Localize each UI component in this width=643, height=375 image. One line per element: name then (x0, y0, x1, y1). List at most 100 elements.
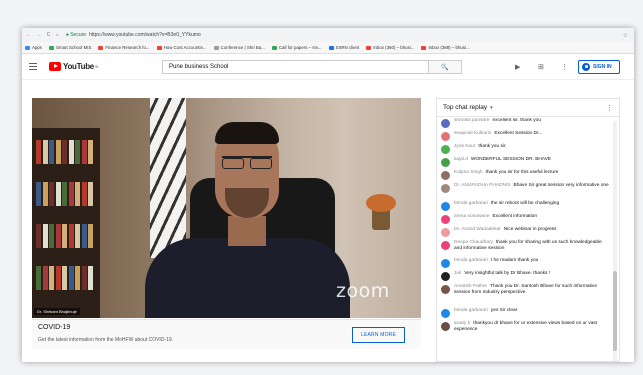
book (49, 182, 54, 206)
avatar[interactable] (441, 227, 450, 237)
bookmark-label: How Cost Accountin... (163, 45, 207, 50)
avatar[interactable] (441, 118, 450, 128)
chat-message: shrutika pansare excellent sir. thank you (437, 118, 613, 131)
book (36, 182, 41, 206)
nav-buttons[interactable]: ← → C ⌂ (26, 32, 61, 38)
chat-author[interactable]: kajal.d (454, 157, 468, 162)
bookmark-item[interactable]: Smart School MIS (49, 45, 91, 50)
chat-text: the sir reboot will be challenging (490, 201, 560, 206)
menu-icon[interactable] (29, 63, 37, 70)
avatar[interactable] (441, 258, 450, 268)
avatar[interactable] (441, 308, 450, 318)
covid-title: COVID-19 (38, 324, 71, 331)
book (36, 266, 41, 290)
bookmark-icon (421, 45, 427, 50)
logo-region: IN (94, 64, 99, 69)
book (68, 182, 74, 206)
chat-author[interactable]: brinda garbarari (454, 258, 488, 263)
avatar[interactable] (441, 214, 450, 224)
bookmark-item[interactable]: Inbox (360) – bhusi... (366, 45, 414, 50)
chat-author[interactable]: brinda garbarari (454, 201, 488, 206)
chat-author[interactable]: Kalpna Singh (454, 170, 483, 175)
chat-message-body: Dr. Anand Wadadekar Nice webinar in progr… (454, 227, 557, 233)
chat-author[interactable]: swapnali Kulkarni (454, 131, 491, 136)
bookmark-icon (366, 45, 372, 50)
chat-message: Amarish Pathre Thank you Dr. Santosh Bhav… (437, 284, 613, 308)
participant-name-label: Dr. Shrikant Bhajbhuje (34, 308, 80, 315)
chevron-down-icon[interactable]: ▾ (490, 105, 493, 111)
book (75, 140, 80, 164)
search-input[interactable]: Pune business School (162, 60, 429, 74)
chat-author[interactable]: Deepa Chaudhary (454, 240, 493, 245)
url-text[interactable]: https://www.youtube.com/watch?v=B3e0_YYk… (89, 32, 201, 38)
browser-window: ← → C ⌂ ● Secure https://www.youtube.com… (22, 28, 634, 362)
avatar[interactable] (441, 321, 450, 331)
learn-more-button[interactable]: LEARN MORE (352, 327, 405, 343)
chat-author[interactable]: shrutika pansare (454, 118, 489, 123)
book (55, 140, 61, 164)
chat-more-icon[interactable]: ⋮ (606, 104, 613, 112)
avatar[interactable] (441, 170, 450, 180)
bookmark-label: Inbox (388) – bhusi... (428, 45, 470, 50)
chat-message-body: Juli Very insightful talk by Dr Bhave. th… (454, 271, 550, 277)
avatar[interactable] (441, 183, 450, 193)
bookmark-item[interactable]: How Cost Accountin... (156, 45, 207, 50)
avatar[interactable] (441, 284, 450, 294)
presenter-hair (215, 122, 279, 144)
bookmark-item[interactable]: SSRN client (328, 45, 359, 50)
chat-author[interactable]: Dr. ANURADHA PHADNIS (454, 183, 511, 188)
chat-author[interactable]: Dr. Anand Wadadekar (454, 227, 501, 232)
bookmark-icon (49, 45, 55, 50)
chat-author[interactable]: brinda garbarari (454, 308, 488, 313)
bookmark-item[interactable]: Finance Research fo... (98, 45, 150, 50)
sign-in-button[interactable]: SIGN IN (578, 60, 620, 74)
chat-author[interactable]: arena sonawane (454, 214, 489, 219)
chat-text: WONDERFUL SESSION DR. BHAVE (470, 157, 552, 162)
bookmark-item[interactable]: Inbox (388) – bhusi... (421, 45, 470, 50)
chat-author[interactable]: Amarish Pathre (454, 284, 487, 289)
avatar[interactable] (441, 157, 450, 167)
account-icon (582, 63, 590, 71)
bookmark-icon (98, 45, 104, 50)
avatar[interactable] (441, 271, 450, 281)
book (42, 266, 48, 290)
chat-message: Kalpna Singh thank you sir for this usefu… (437, 170, 613, 183)
chat-author[interactable]: Juli (454, 271, 461, 276)
book (55, 224, 61, 248)
book (36, 140, 41, 164)
chat-text: Excellent information (492, 214, 538, 219)
star-icon[interactable]: ☆ (623, 32, 628, 39)
chat-text: excellent sir. thank you (492, 118, 541, 123)
book (88, 140, 93, 164)
search-button[interactable]: 🔍 (429, 60, 462, 74)
chat-message: kajal.d WONDERFUL SESSION DR. BHAVE (437, 157, 613, 170)
chat-text: Very insightful talk by Dr Bhave. thanks… (464, 271, 551, 276)
avatar[interactable] (441, 131, 450, 141)
book (68, 140, 74, 164)
book (42, 182, 48, 206)
chat-author[interactable]: swaty b (454, 321, 470, 326)
more-icon[interactable]: ⋮ (561, 63, 568, 71)
create-video-icon[interactable]: ▶ (515, 63, 520, 71)
chat-message-body: Amarish Pathre Thank you Dr. Santosh Bhav… (454, 284, 609, 296)
chat-author[interactable]: Jyoti Kaur (454, 144, 475, 149)
avatar[interactable] (441, 201, 450, 211)
bookmark-item[interactable]: Call for papers – Inv... (271, 45, 322, 50)
book (88, 224, 93, 248)
apps-icon[interactable]: ⊞ (538, 63, 544, 71)
avatar[interactable] (441, 240, 450, 250)
scrollbar-thumb[interactable] (613, 271, 617, 351)
avatar[interactable] (441, 144, 450, 154)
chat-header[interactable]: Top chat replay ▾ ⋮ (437, 99, 619, 117)
chat-scrollbar[interactable] (613, 121, 617, 361)
sign-in-label: SIGN IN (593, 64, 612, 70)
bookmark-label: Inbox (360) – bhusi... (373, 45, 415, 50)
bookmark-item[interactable]: Apps (25, 45, 42, 50)
book (55, 182, 61, 206)
address-bar[interactable]: ← → C ⌂ ● Secure https://www.youtube.com… (22, 28, 634, 42)
bookmark-item[interactable]: Conference | Shri Ba... (213, 45, 265, 50)
book (49, 224, 54, 248)
youtube-logo[interactable]: YouTube IN (49, 62, 98, 71)
video-player[interactable]: zoom Dr. Shrikant Bhajbhuje (32, 98, 421, 318)
chat-message-body: Jyoti Kaur thank you sir (454, 144, 506, 150)
